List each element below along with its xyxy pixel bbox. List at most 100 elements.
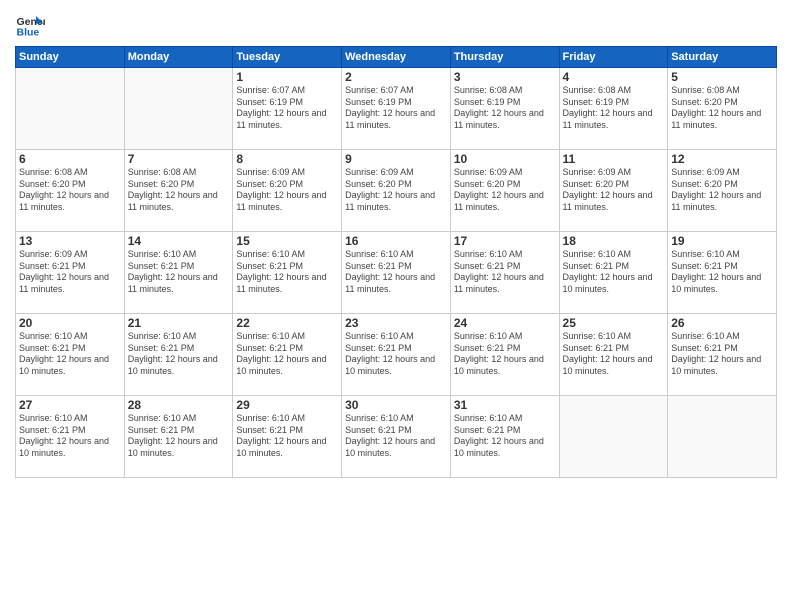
calendar-cell: 1Sunrise: 6:07 AM Sunset: 6:19 PM Daylig… (233, 68, 342, 150)
calendar-week-row: 20Sunrise: 6:10 AM Sunset: 6:21 PM Dayli… (16, 314, 777, 396)
calendar-cell: 4Sunrise: 6:08 AM Sunset: 6:19 PM Daylig… (559, 68, 668, 150)
day-number: 12 (671, 152, 773, 166)
day-number: 13 (19, 234, 121, 248)
calendar-week-row: 13Sunrise: 6:09 AM Sunset: 6:21 PM Dayli… (16, 232, 777, 314)
calendar-page: General Blue SundayMondayTuesdayWednesda… (0, 0, 792, 612)
calendar-cell: 23Sunrise: 6:10 AM Sunset: 6:21 PM Dayli… (342, 314, 451, 396)
day-number: 30 (345, 398, 447, 412)
calendar-cell: 5Sunrise: 6:08 AM Sunset: 6:20 PM Daylig… (668, 68, 777, 150)
cell-info: Sunrise: 6:10 AM Sunset: 6:21 PM Dayligh… (128, 413, 230, 460)
weekday-header: Friday (559, 47, 668, 68)
day-number: 23 (345, 316, 447, 330)
calendar-cell: 9Sunrise: 6:09 AM Sunset: 6:20 PM Daylig… (342, 150, 451, 232)
day-number: 3 (454, 70, 556, 84)
weekday-header-row: SundayMondayTuesdayWednesdayThursdayFrid… (16, 47, 777, 68)
cell-info: Sunrise: 6:08 AM Sunset: 6:20 PM Dayligh… (128, 167, 230, 214)
cell-info: Sunrise: 6:10 AM Sunset: 6:21 PM Dayligh… (345, 413, 447, 460)
day-number: 11 (563, 152, 665, 166)
calendar-cell: 31Sunrise: 6:10 AM Sunset: 6:21 PM Dayli… (450, 396, 559, 478)
cell-info: Sunrise: 6:10 AM Sunset: 6:21 PM Dayligh… (563, 331, 665, 378)
calendar-cell: 7Sunrise: 6:08 AM Sunset: 6:20 PM Daylig… (124, 150, 233, 232)
cell-info: Sunrise: 6:10 AM Sunset: 6:21 PM Dayligh… (236, 331, 338, 378)
header: General Blue (15, 10, 777, 40)
cell-info: Sunrise: 6:10 AM Sunset: 6:21 PM Dayligh… (454, 249, 556, 296)
cell-info: Sunrise: 6:10 AM Sunset: 6:21 PM Dayligh… (128, 249, 230, 296)
cell-info: Sunrise: 6:10 AM Sunset: 6:21 PM Dayligh… (563, 249, 665, 296)
calendar-cell: 11Sunrise: 6:09 AM Sunset: 6:20 PM Dayli… (559, 150, 668, 232)
cell-info: Sunrise: 6:10 AM Sunset: 6:21 PM Dayligh… (454, 331, 556, 378)
cell-info: Sunrise: 6:10 AM Sunset: 6:21 PM Dayligh… (19, 331, 121, 378)
calendar-cell: 13Sunrise: 6:09 AM Sunset: 6:21 PM Dayli… (16, 232, 125, 314)
weekday-header: Thursday (450, 47, 559, 68)
calendar-cell (559, 396, 668, 478)
calendar-cell: 12Sunrise: 6:09 AM Sunset: 6:20 PM Dayli… (668, 150, 777, 232)
svg-text:Blue: Blue (17, 27, 40, 39)
calendar-cell (668, 396, 777, 478)
day-number: 5 (671, 70, 773, 84)
cell-info: Sunrise: 6:09 AM Sunset: 6:20 PM Dayligh… (671, 167, 773, 214)
day-number: 18 (563, 234, 665, 248)
day-number: 10 (454, 152, 556, 166)
day-number: 26 (671, 316, 773, 330)
calendar-cell (124, 68, 233, 150)
cell-info: Sunrise: 6:08 AM Sunset: 6:19 PM Dayligh… (563, 85, 665, 132)
weekday-header: Tuesday (233, 47, 342, 68)
calendar-cell: 19Sunrise: 6:10 AM Sunset: 6:21 PM Dayli… (668, 232, 777, 314)
day-number: 7 (128, 152, 230, 166)
weekday-header: Sunday (16, 47, 125, 68)
cell-info: Sunrise: 6:08 AM Sunset: 6:19 PM Dayligh… (454, 85, 556, 132)
day-number: 1 (236, 70, 338, 84)
cell-info: Sunrise: 6:10 AM Sunset: 6:21 PM Dayligh… (454, 413, 556, 460)
cell-info: Sunrise: 6:10 AM Sunset: 6:21 PM Dayligh… (671, 249, 773, 296)
cell-info: Sunrise: 6:08 AM Sunset: 6:20 PM Dayligh… (19, 167, 121, 214)
day-number: 4 (563, 70, 665, 84)
cell-info: Sunrise: 6:10 AM Sunset: 6:21 PM Dayligh… (671, 331, 773, 378)
day-number: 8 (236, 152, 338, 166)
calendar-cell: 24Sunrise: 6:10 AM Sunset: 6:21 PM Dayli… (450, 314, 559, 396)
calendar-cell: 26Sunrise: 6:10 AM Sunset: 6:21 PM Dayli… (668, 314, 777, 396)
day-number: 29 (236, 398, 338, 412)
calendar-cell: 22Sunrise: 6:10 AM Sunset: 6:21 PM Dayli… (233, 314, 342, 396)
calendar-cell: 18Sunrise: 6:10 AM Sunset: 6:21 PM Dayli… (559, 232, 668, 314)
cell-info: Sunrise: 6:10 AM Sunset: 6:21 PM Dayligh… (236, 413, 338, 460)
day-number: 14 (128, 234, 230, 248)
day-number: 31 (454, 398, 556, 412)
calendar-cell: 2Sunrise: 6:07 AM Sunset: 6:19 PM Daylig… (342, 68, 451, 150)
cell-info: Sunrise: 6:08 AM Sunset: 6:20 PM Dayligh… (671, 85, 773, 132)
cell-info: Sunrise: 6:10 AM Sunset: 6:21 PM Dayligh… (128, 331, 230, 378)
logo-icon: General Blue (15, 10, 45, 40)
day-number: 6 (19, 152, 121, 166)
cell-info: Sunrise: 6:09 AM Sunset: 6:20 PM Dayligh… (345, 167, 447, 214)
calendar-cell: 17Sunrise: 6:10 AM Sunset: 6:21 PM Dayli… (450, 232, 559, 314)
weekday-header: Monday (124, 47, 233, 68)
calendar-cell: 29Sunrise: 6:10 AM Sunset: 6:21 PM Dayli… (233, 396, 342, 478)
calendar-cell: 27Sunrise: 6:10 AM Sunset: 6:21 PM Dayli… (16, 396, 125, 478)
calendar-cell: 28Sunrise: 6:10 AM Sunset: 6:21 PM Dayli… (124, 396, 233, 478)
calendar-week-row: 1 Sunrise: 6:07 AM Sunset: 6:19 PM Daylig… (16, 68, 777, 150)
logo: General Blue (15, 10, 45, 40)
day-number: 17 (454, 234, 556, 248)
calendar-week-row: 6Sunrise: 6:08 AM Sunset: 6:20 PM Daylig… (16, 150, 777, 232)
cell-info: Sunrise: 6:10 AM Sunset: 6:21 PM Dayligh… (236, 249, 338, 296)
cell-info: Sunrise: 6:09 AM Sunset: 6:20 PM Dayligh… (236, 167, 338, 214)
day-number: 16 (345, 234, 447, 248)
day-number: 28 (128, 398, 230, 412)
calendar-cell: 20Sunrise: 6:10 AM Sunset: 6:21 PM Dayli… (16, 314, 125, 396)
calendar-table: SundayMondayTuesdayWednesdayThursdayFrid… (15, 46, 777, 478)
calendar-cell: 16Sunrise: 6:10 AM Sunset: 6:21 PM Dayli… (342, 232, 451, 314)
cell-info: Sunrise: 6:09 AM Sunset: 6:21 PM Dayligh… (19, 249, 121, 296)
cell-info: Sunrise: 6:07 AM Sunset: 6:19 PM Dayligh… (345, 85, 447, 132)
day-number: 15 (236, 234, 338, 248)
day-number: 2 (345, 70, 447, 84)
calendar-cell: 15Sunrise: 6:10 AM Sunset: 6:21 PM Dayli… (233, 232, 342, 314)
cell-info: Sunrise: 6:09 AM Sunset: 6:20 PM Dayligh… (563, 167, 665, 214)
day-number: 27 (19, 398, 121, 412)
weekday-header: Wednesday (342, 47, 451, 68)
cell-info: Sunrise: 6:10 AM Sunset: 6:21 PM Dayligh… (345, 249, 447, 296)
calendar-cell: 21Sunrise: 6:10 AM Sunset: 6:21 PM Dayli… (124, 314, 233, 396)
weekday-header: Saturday (668, 47, 777, 68)
calendar-cell: 30Sunrise: 6:10 AM Sunset: 6:21 PM Dayli… (342, 396, 451, 478)
calendar-week-row: 27 Sunrise: 6:10 AM Sunset: 6:21 PM Dayli… (16, 396, 777, 478)
calendar-cell: 25Sunrise: 6:10 AM Sunset: 6:21 PM Dayli… (559, 314, 668, 396)
calendar-cell: 8Sunrise: 6:09 AM Sunset: 6:20 PM Daylig… (233, 150, 342, 232)
